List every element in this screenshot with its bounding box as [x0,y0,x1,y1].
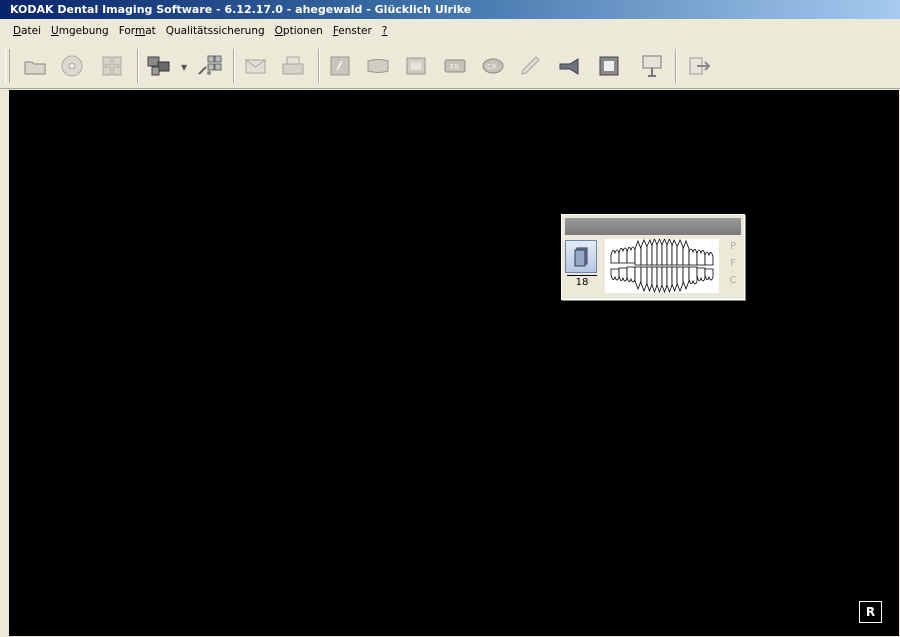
email-icon[interactable] [240,51,270,81]
image-workspace[interactable] [9,90,899,636]
toolbar-separator [137,49,139,83]
camera-image-icon[interactable] [401,51,431,81]
menu-optionen[interactable]: Optionen [275,25,323,37]
menu-datei[interactable]: Datei [13,25,41,37]
menu-qualitaetssicherung[interactable]: Qualitätssicherung [166,25,265,37]
window-layout-icon[interactable] [144,51,174,81]
toolbar-separator [318,49,320,83]
intraoral-image-icon[interactable] [325,51,355,81]
presentation-icon[interactable] [637,51,667,81]
menu-format[interactable]: Format [119,25,156,37]
disc-icon[interactable] [57,51,87,81]
thumbnail-grid-icon[interactable] [195,51,225,81]
toolbar-separator [675,49,677,83]
r-button[interactable]: R [859,601,882,623]
side-letter-p: P [729,241,737,252]
cephalometric-icon[interactable]: EB [440,51,470,81]
toolbar: ▼ EB CR [0,43,900,89]
window-title: KODAK Dental Imaging Software - 6.12.17.… [10,3,472,16]
side-letter-f: F [730,258,736,269]
dental-chart[interactable] [605,237,719,294]
pen-draw-icon[interactable] [516,51,546,81]
acquire-icon[interactable] [97,51,127,81]
panel-header[interactable] [565,218,741,235]
window-title-bar[interactable]: KODAK Dental Imaging Software - 6.12.17.… [0,0,900,19]
svg-text:EB: EB [450,63,459,71]
teeth-chart-icon [610,237,714,294]
panoramic-icon[interactable] [363,51,393,81]
menu-bar: Datei Umgebung Format Qualitätssicherung… [0,19,900,43]
menu-help[interactable]: ? [382,25,388,37]
side-letter-c: C [729,275,737,286]
cr-icon[interactable]: CR [478,51,508,81]
toolbar-grip[interactable] [5,49,10,83]
print-icon[interactable] [278,51,308,81]
patient-image-panel: 18 P F C [561,214,745,300]
menu-fenster[interactable]: Fenster [333,25,372,37]
menu-umgebung[interactable]: Umgebung [51,25,109,37]
image-stack-icon[interactable] [565,240,597,273]
frame-icon[interactable] [594,51,624,81]
toolbar-separator [233,49,235,83]
chevron-down-icon[interactable]: ▼ [181,63,187,72]
svg-text:CR: CR [487,63,497,71]
exit-icon[interactable] [685,51,715,81]
open-folder-icon[interactable] [20,51,50,81]
image-count: 18 [567,275,597,289]
send-icon[interactable] [554,51,584,81]
